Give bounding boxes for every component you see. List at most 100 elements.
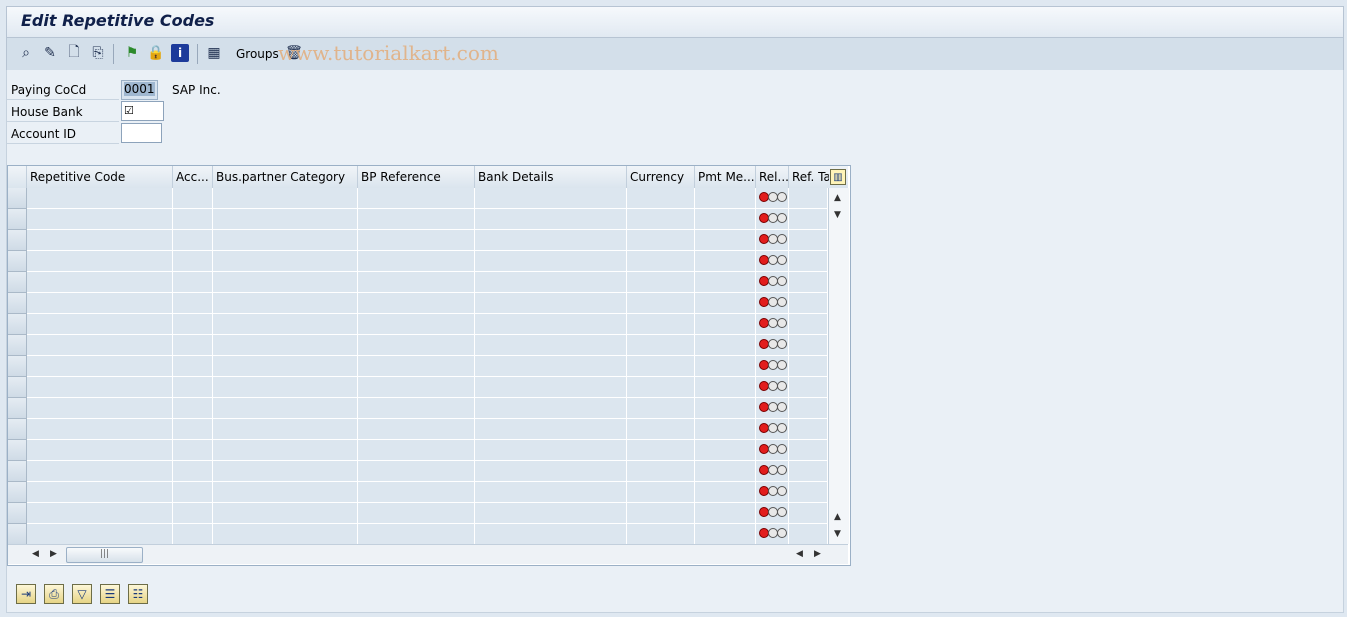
col-account[interactable]: Acc... xyxy=(173,166,213,188)
table-cell[interactable] xyxy=(27,272,173,292)
table-cell[interactable] xyxy=(627,230,695,250)
table-cell[interactable] xyxy=(475,251,627,271)
table-cell[interactable] xyxy=(358,419,475,439)
row-selector[interactable] xyxy=(8,398,27,419)
table-cell[interactable] xyxy=(475,230,627,250)
table-cell[interactable] xyxy=(789,419,828,439)
col-bp-reference[interactable]: BP Reference xyxy=(358,166,475,188)
table-cell[interactable] xyxy=(475,440,627,460)
table-cell[interactable] xyxy=(789,482,828,502)
table-cell[interactable] xyxy=(756,440,789,460)
lock-icon[interactable]: 🔒 xyxy=(147,44,165,62)
groups-button[interactable]: Groups xyxy=(236,47,279,61)
table-cell[interactable] xyxy=(627,482,695,502)
info-icon[interactable]: i xyxy=(171,44,189,62)
select-all-button[interactable]: ☰ xyxy=(100,584,120,604)
table-row[interactable] xyxy=(27,524,828,545)
table-cell[interactable] xyxy=(27,503,173,523)
row-selector[interactable] xyxy=(8,251,27,272)
table-cell[interactable] xyxy=(358,293,475,313)
table-cell[interactable] xyxy=(789,356,828,376)
export-button[interactable]: ⇥ xyxy=(16,584,36,604)
row-selector[interactable] xyxy=(8,209,27,230)
table-cell[interactable] xyxy=(213,524,358,544)
row-selector[interactable] xyxy=(8,293,27,314)
scroll-page-up-icon[interactable]: ▲ xyxy=(834,512,841,522)
table-cell[interactable] xyxy=(475,377,627,397)
table-cell[interactable] xyxy=(213,482,358,502)
row-selector[interactable] xyxy=(8,377,27,398)
table-cell[interactable] xyxy=(358,377,475,397)
table-cell[interactable] xyxy=(756,272,789,292)
table-cell[interactable] xyxy=(627,314,695,334)
table-cell[interactable] xyxy=(358,440,475,460)
table-cell[interactable] xyxy=(475,293,627,313)
table-cell[interactable] xyxy=(173,314,213,334)
row-selector[interactable] xyxy=(8,503,27,524)
table-cell[interactable] xyxy=(358,314,475,334)
table-cell[interactable] xyxy=(695,503,756,523)
filter-button[interactable]: ▽ xyxy=(72,584,92,604)
table-cell[interactable] xyxy=(627,419,695,439)
table-cell[interactable] xyxy=(756,356,789,376)
table-cell[interactable] xyxy=(27,524,173,544)
table-cell[interactable] xyxy=(695,419,756,439)
table-cell[interactable] xyxy=(475,335,627,355)
table-row[interactable] xyxy=(27,503,828,524)
table-cell[interactable] xyxy=(756,188,789,208)
table-cell[interactable] xyxy=(358,335,475,355)
table-cell[interactable] xyxy=(695,293,756,313)
table-row[interactable] xyxy=(27,440,828,461)
table-cell[interactable] xyxy=(358,503,475,523)
table-cell[interactable] xyxy=(358,461,475,481)
table-cell[interactable] xyxy=(475,398,627,418)
table-cell[interactable] xyxy=(358,209,475,229)
table-cell[interactable] xyxy=(27,377,173,397)
table-cell[interactable] xyxy=(213,272,358,292)
table-cell[interactable] xyxy=(789,335,828,355)
table-cell[interactable] xyxy=(627,461,695,481)
table-cell[interactable] xyxy=(756,293,789,313)
table-cell[interactable] xyxy=(358,482,475,502)
table-cell[interactable] xyxy=(475,482,627,502)
table-row[interactable] xyxy=(27,419,828,440)
table-row[interactable] xyxy=(27,482,828,503)
table-cell[interactable] xyxy=(27,419,173,439)
table-row[interactable] xyxy=(27,356,828,377)
table-cell[interactable] xyxy=(789,251,828,271)
table-cell[interactable] xyxy=(627,440,695,460)
table-cell[interactable] xyxy=(173,398,213,418)
table-cell[interactable] xyxy=(213,335,358,355)
table-cell[interactable] xyxy=(627,251,695,271)
col-currency[interactable]: Currency xyxy=(627,166,695,188)
table-cell[interactable] xyxy=(627,398,695,418)
table-cell[interactable] xyxy=(695,209,756,229)
pencil-icon[interactable]: ✎ xyxy=(41,44,59,62)
table-cell[interactable] xyxy=(789,398,828,418)
table-cell[interactable] xyxy=(173,440,213,460)
table-cell[interactable] xyxy=(173,419,213,439)
table-cell[interactable] xyxy=(27,293,173,313)
row-selector[interactable] xyxy=(8,188,27,209)
house-bank-field[interactable]: ☑ xyxy=(121,101,164,121)
table-cell[interactable] xyxy=(789,188,828,208)
col-bus-partner-category[interactable]: Bus.partner Category xyxy=(213,166,358,188)
col-repetitive-code[interactable]: Repetitive Code xyxy=(27,166,173,188)
table-cell[interactable] xyxy=(213,461,358,481)
table-cell[interactable] xyxy=(475,461,627,481)
scroll-page-down-icon[interactable]: ▼ xyxy=(834,529,841,539)
table-cell[interactable] xyxy=(789,272,828,292)
table-row[interactable] xyxy=(27,398,828,419)
table-cell[interactable] xyxy=(695,356,756,376)
table-cell[interactable] xyxy=(695,461,756,481)
table-cell[interactable] xyxy=(789,209,828,229)
table-cell[interactable] xyxy=(475,524,627,544)
table-cell[interactable] xyxy=(627,272,695,292)
row-selector[interactable] xyxy=(8,314,27,335)
table-cell[interactable] xyxy=(358,230,475,250)
table-cell[interactable] xyxy=(213,188,358,208)
table-cell[interactable] xyxy=(213,293,358,313)
table-cell[interactable] xyxy=(695,440,756,460)
table-cell[interactable] xyxy=(173,272,213,292)
table-cell[interactable] xyxy=(756,524,789,544)
